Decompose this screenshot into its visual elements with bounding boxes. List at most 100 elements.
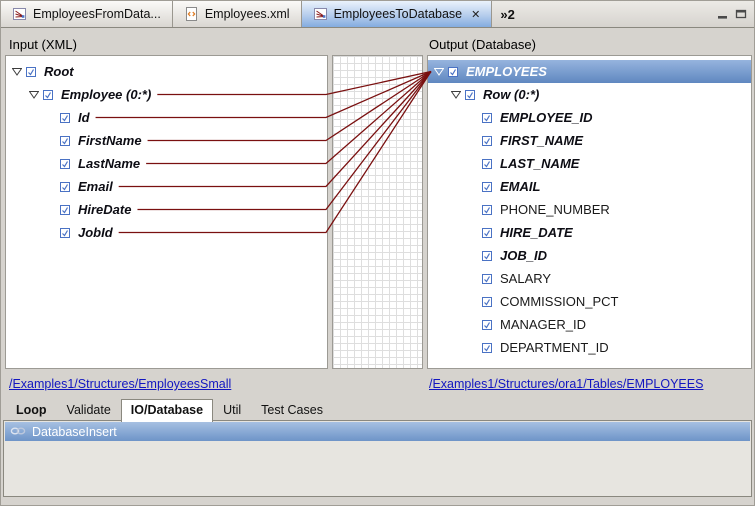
minimize-icon[interactable] (716, 8, 730, 20)
bottom-tab-io-database[interactable]: IO/Database (121, 399, 213, 422)
tree-node-icon (481, 204, 497, 216)
tree-node-icon (481, 342, 497, 354)
editor-tab-label: Employees.xml (205, 7, 290, 21)
editor-tab-employees-xml[interactable]: Employees.xml (173, 1, 302, 27)
tree-node-label: FIRST_NAME (497, 132, 586, 149)
input-tree-panel: Root Employee (0:*) Id FirstName LastName Ema… (5, 55, 328, 369)
tree-node-label: EMPLOYEES (463, 63, 550, 80)
tree-node-icon (59, 181, 75, 193)
input-tree-node-email[interactable]: Email (6, 175, 327, 198)
map-icon (313, 7, 328, 21)
tree-node-icon (481, 227, 497, 239)
tree-node-label: JobId (75, 224, 116, 241)
tree-node-icon (481, 273, 497, 285)
output-tree-node-first-name[interactable]: FIRST_NAME (428, 129, 751, 152)
xml-icon (184, 7, 199, 21)
close-tab-icon[interactable]: ✕ (471, 8, 480, 21)
tree-node-label: Email (75, 178, 116, 195)
database-insert-label: DatabaseInsert (32, 425, 117, 439)
input-structure-link[interactable]: /Examples1/Structures/EmployeesSmall (9, 377, 231, 391)
tree-node-icon (59, 204, 75, 216)
output-tree-node-last-name[interactable]: LAST_NAME (428, 152, 751, 175)
expander-icon[interactable] (434, 68, 447, 76)
output-tree-node-job-id[interactable]: JOB_ID (428, 244, 751, 267)
input-tree-node-firstname[interactable]: FirstName (6, 129, 327, 152)
editor-tab-bar: EmployeesFromData... Employees.xml Employe… (1, 1, 754, 28)
io-database-panel: DatabaseInsert (3, 420, 752, 497)
tree-node-label: JOB_ID (497, 247, 550, 264)
tree-node-label: EMAIL (497, 178, 543, 195)
tree-node-label: HireDate (75, 201, 134, 218)
tree-node-label: LastName (75, 155, 143, 172)
input-tree-node-root[interactable]: Root (6, 60, 327, 83)
tree-node-label: MANAGER_ID (497, 316, 589, 333)
editor-tab-employeestodatabase[interactable]: EmployeesToDatabase ✕ (302, 1, 493, 27)
tree-node-icon (25, 66, 41, 78)
tree-node-icon (59, 158, 75, 170)
tree-node-icon (42, 89, 58, 101)
bottom-section: LoopValidateIO/DatabaseUtilTest Cases Da… (1, 399, 754, 505)
output-tree-node-employee-id[interactable]: EMPLOYEE_ID (428, 106, 751, 129)
output-structure-link[interactable]: /Examples1/Structures/ora1/Tables/EMPLOY… (429, 377, 703, 391)
mapping-canvas[interactable] (332, 55, 423, 369)
tree-node-icon (481, 158, 497, 170)
editor-tab-label: EmployeesToDatabase (334, 7, 463, 21)
tree-node-label: LAST_NAME (497, 155, 582, 172)
tree-node-icon (481, 135, 497, 147)
tab-overflow-indicator[interactable]: »2 (492, 7, 522, 22)
mapping-main-area: Input (XML) Output (Database) Root Employ… (1, 28, 755, 399)
tree-node-icon (481, 319, 497, 331)
output-tree-node-hire-date[interactable]: HIRE_DATE (428, 221, 751, 244)
tree-node-icon (59, 227, 75, 239)
tree-node-label: EMPLOYEE_ID (497, 109, 595, 126)
tree-node-label: SALARY (497, 270, 554, 287)
bottom-tab-test-cases[interactable]: Test Cases (251, 399, 333, 421)
editor-tab-label: EmployeesFromData... (33, 7, 161, 21)
mapping-editor-window: EmployeesFromData... Employees.xml Employe… (0, 0, 755, 506)
view-buttons (716, 1, 754, 27)
tree-node-label: DEPARTMENT_ID (497, 339, 612, 356)
output-tree-node-phone-number[interactable]: PHONE_NUMBER (428, 198, 751, 221)
tree-node-label: COMMISSION_PCT (497, 293, 621, 310)
output-tree-node-manager-id[interactable]: MANAGER_ID (428, 313, 751, 336)
output-tree-node-employees[interactable]: EMPLOYEES (428, 60, 751, 83)
output-tree-node-salary[interactable]: SALARY (428, 267, 751, 290)
editor-tab-employeesfromdata[interactable]: EmployeesFromData... (1, 1, 173, 27)
input-tree-node-id[interactable]: Id (6, 106, 327, 129)
bottom-tab-util[interactable]: Util (213, 399, 251, 421)
output-tree-node-email[interactable]: EMAIL (428, 175, 751, 198)
bottom-tab-validate[interactable]: Validate (57, 399, 121, 421)
output-panel-title: Output (Database) (429, 37, 536, 52)
output-tree-panel: EMPLOYEES Row (0:*) EMPLOYEE_ID FIRST_NAME L… (427, 55, 752, 369)
output-tree-node-commission-pct[interactable]: COMMISSION_PCT (428, 290, 751, 313)
bottom-tab-loop[interactable]: Loop (6, 399, 57, 421)
tree-node-label: Id (75, 109, 93, 126)
database-insert-row[interactable]: DatabaseInsert (5, 422, 750, 441)
input-tree-node-employee-0[interactable]: Employee (0:*) (6, 83, 327, 106)
output-tree-node-department-id[interactable]: DEPARTMENT_ID (428, 336, 751, 359)
tree-node-label: Row (0:*) (480, 86, 542, 103)
expander-icon[interactable] (451, 91, 464, 99)
tree-node-icon (447, 66, 463, 78)
maximize-icon[interactable] (734, 8, 748, 20)
output-tree-node-row-0[interactable]: Row (0:*) (428, 83, 751, 106)
tree-node-icon (59, 135, 75, 147)
tree-node-label: PHONE_NUMBER (497, 201, 613, 218)
tree-node-icon (481, 112, 497, 124)
tree-node-icon (481, 296, 497, 308)
tree-node-label: HIRE_DATE (497, 224, 576, 241)
input-tree-node-lastname[interactable]: LastName (6, 152, 327, 175)
chain-link-icon (10, 425, 26, 439)
tree-node-label: Employee (0:*) (58, 86, 154, 103)
tree-node-label: Root (41, 63, 77, 80)
expander-icon[interactable] (12, 68, 25, 76)
input-tree-node-jobid[interactable]: JobId (6, 221, 327, 244)
expander-icon[interactable] (29, 91, 42, 99)
tree-node-icon (464, 89, 480, 101)
tree-node-label: FirstName (75, 132, 145, 149)
map-icon (12, 7, 27, 21)
bottom-tab-bar: LoopValidateIO/DatabaseUtilTest Cases (1, 399, 754, 421)
input-panel-title: Input (XML) (9, 37, 77, 52)
tree-node-icon (481, 181, 497, 193)
input-tree-node-hiredate[interactable]: HireDate (6, 198, 327, 221)
